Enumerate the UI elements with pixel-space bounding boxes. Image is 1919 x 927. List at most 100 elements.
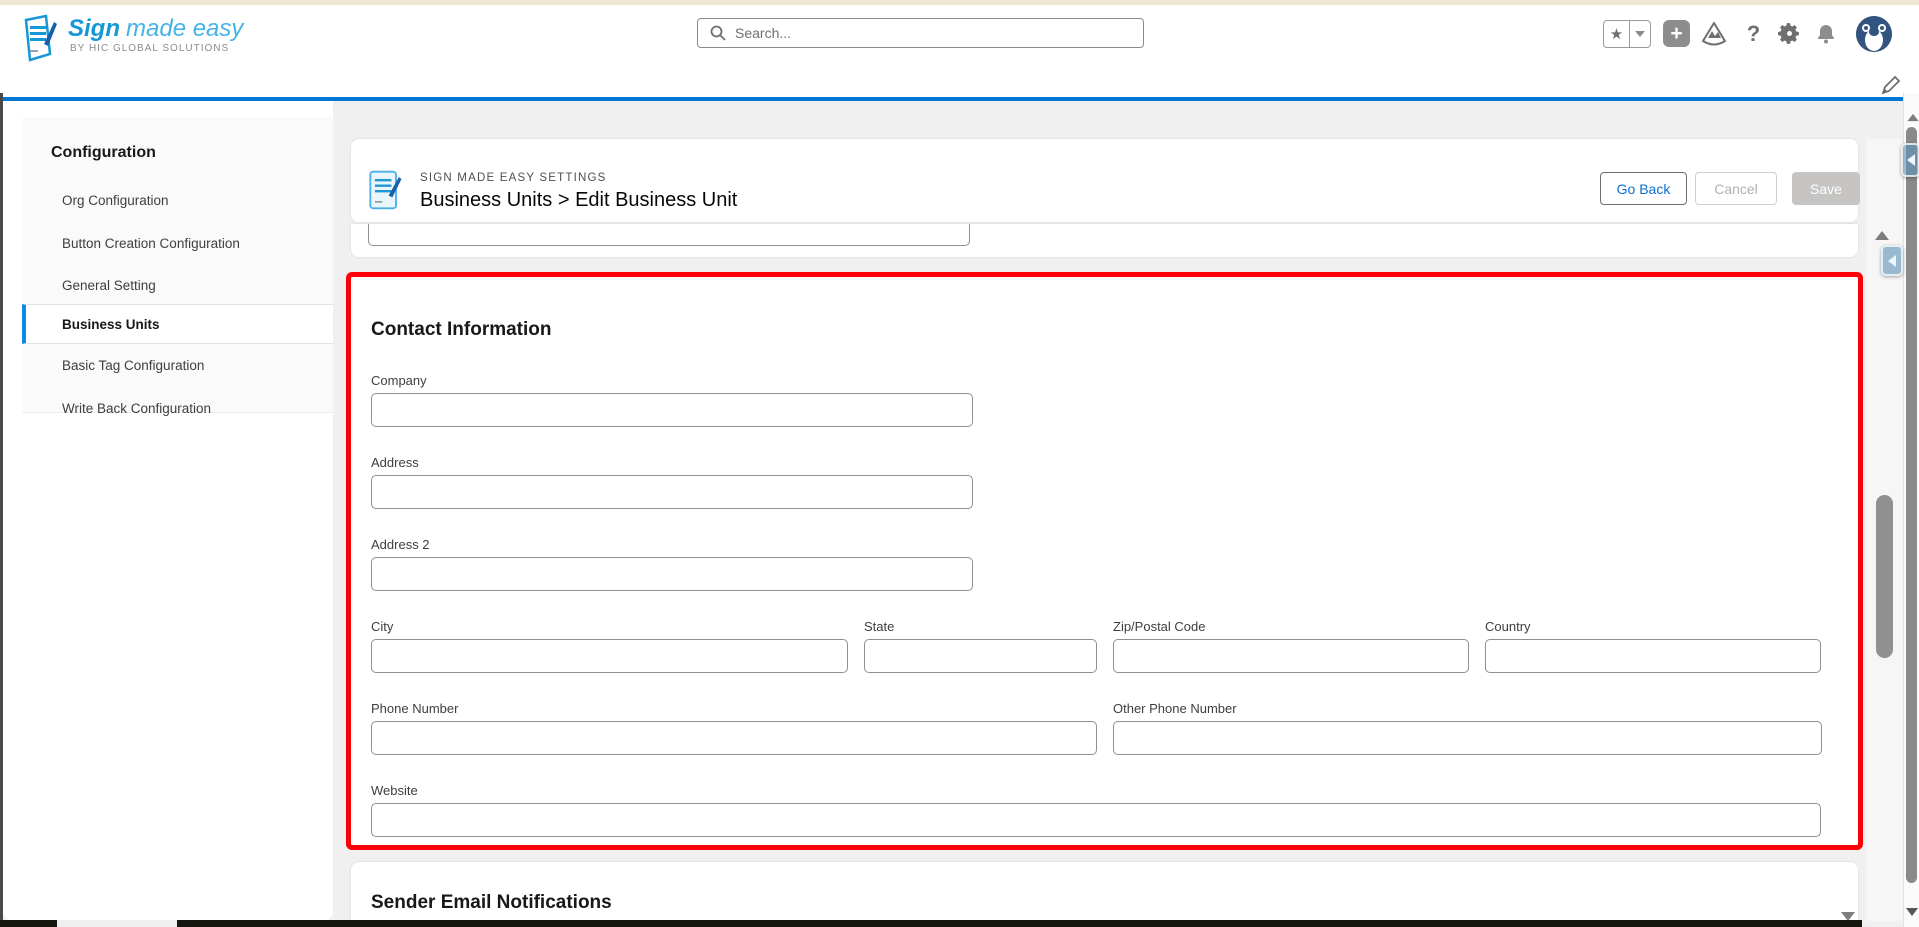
company-label: Company xyxy=(371,373,973,388)
notifications-bell-button[interactable] xyxy=(1812,20,1839,47)
global-header: Signmade easy BY HIC GLOBAL SOLUTIONS ★ … xyxy=(0,5,1919,66)
contact-information-section: Contact Information Company Address Addr… xyxy=(346,272,1863,850)
sidebar-menu-block: Configuration Org Configuration Button C… xyxy=(22,117,333,413)
arrow-left-icon xyxy=(1888,255,1896,267)
other-phone-input[interactable] xyxy=(1113,721,1822,755)
settings-document-icon xyxy=(366,168,404,212)
field-row: Address 2 xyxy=(371,537,1822,591)
other-phone-field: Other Phone Number xyxy=(1113,701,1822,755)
user-avatar[interactable] xyxy=(1856,16,1892,52)
brand-tagline: BY HIC GLOBAL SOLUTIONS xyxy=(70,43,229,54)
address-label: Address xyxy=(371,455,973,470)
sidebar-item-label: Button Creation Configuration xyxy=(62,236,240,251)
phone-input[interactable] xyxy=(371,721,1097,755)
page-scroll-down-arrow[interactable] xyxy=(1906,908,1918,916)
state-label: State xyxy=(864,619,1097,634)
page-title: Business Units > Edit Business Unit xyxy=(420,189,737,212)
sidebar-item-general-setting[interactable]: General Setting xyxy=(22,268,333,302)
arrow-left-icon xyxy=(1907,154,1915,166)
sidebar-item-org-configuration[interactable]: Org Configuration xyxy=(22,183,333,217)
side-panel-toggle-top[interactable] xyxy=(1901,143,1919,177)
setup-gear-button[interactable] xyxy=(1776,20,1803,47)
go-back-button[interactable]: Go Back xyxy=(1600,172,1687,205)
favorites-caret-button[interactable] xyxy=(1630,21,1650,47)
page-eyebrow: SIGN MADE EASY SETTINGS xyxy=(420,172,607,184)
sidebar-item-write-back-configuration[interactable]: Write Back Configuration xyxy=(22,391,333,425)
sidebar-item-business-units[interactable]: Business Units xyxy=(22,304,333,344)
country-field: Country xyxy=(1485,619,1821,673)
state-input[interactable] xyxy=(864,639,1097,673)
sidebar-item-basic-tag-configuration[interactable]: Basic Tag Configuration xyxy=(22,348,333,382)
logo-document-icon xyxy=(20,14,60,62)
cancel-button[interactable]: Cancel xyxy=(1695,172,1777,205)
company-field: Company xyxy=(371,373,973,427)
website-field: Website xyxy=(371,783,1821,837)
question-mark-icon: ? xyxy=(1747,21,1760,47)
company-input[interactable] xyxy=(371,393,973,427)
phone-field: Phone Number xyxy=(371,701,1097,755)
page-scroll-thumb[interactable] xyxy=(1906,127,1917,883)
address-field: Address xyxy=(371,455,973,509)
field-row: Phone Number Other Phone Number xyxy=(371,701,1822,755)
side-panel-toggle-bottom[interactable] xyxy=(1881,245,1903,276)
section-title: Sender Email Notifications xyxy=(371,892,612,914)
field-row: Address xyxy=(371,455,1822,509)
gear-icon xyxy=(1777,21,1802,46)
sender-email-notifications-section: Sender Email Notifications xyxy=(351,862,1858,921)
avatar-bear-icon xyxy=(1856,16,1892,52)
sidebar-item-label: Write Back Configuration xyxy=(62,401,211,416)
brand-name: Signmade easy xyxy=(68,15,243,43)
sidebar-item-button-creation-configuration[interactable]: Button Creation Configuration xyxy=(22,226,333,260)
settings-sidebar: Configuration Org Configuration Button C… xyxy=(3,101,333,921)
country-input[interactable] xyxy=(1485,639,1821,673)
website-label: Website xyxy=(371,783,1821,798)
partial-input-field[interactable] xyxy=(368,224,970,246)
window-bottom-edge xyxy=(0,920,1862,927)
brand-logo: Signmade easy BY HIC GLOBAL SOLUTIONS xyxy=(20,12,320,64)
zip-field: Zip/Postal Code xyxy=(1113,619,1469,673)
inner-scroll-up-arrow[interactable] xyxy=(1875,231,1889,240)
page-header-card: SIGN MADE EASY SETTINGS Business Units >… xyxy=(351,139,1858,222)
country-label: Country xyxy=(1485,619,1821,634)
app-nav-bar: Sign Made Easy Sign Setup Sign Transacti… xyxy=(0,66,1919,97)
window-bottom-notch xyxy=(57,920,177,927)
guidance-mountain-icon xyxy=(1701,21,1727,47)
address2-label: Address 2 xyxy=(371,537,973,552)
guidance-center-button[interactable] xyxy=(1700,20,1727,47)
zip-label: Zip/Postal Code xyxy=(1113,619,1469,634)
sidebar-item-label: Org Configuration xyxy=(62,193,169,208)
save-button[interactable]: Save xyxy=(1792,172,1860,205)
city-input[interactable] xyxy=(371,639,848,673)
sidebar-title: Configuration xyxy=(51,144,156,162)
address-input[interactable] xyxy=(371,475,973,509)
sidebar-item-label: Business Units xyxy=(62,317,160,332)
bell-icon xyxy=(1814,22,1838,46)
section-title: Contact Information xyxy=(371,319,1822,341)
phone-label: Phone Number xyxy=(371,701,1097,716)
brand-name-rest: made easy xyxy=(126,15,243,42)
city-label: City xyxy=(371,619,848,634)
address2-input[interactable] xyxy=(371,557,973,591)
global-actions-plus-button[interactable]: + xyxy=(1663,20,1690,47)
sidebar-item-label: General Setting xyxy=(62,278,156,293)
favorite-star-button[interactable]: ★ xyxy=(1604,21,1630,47)
inner-scroll-thumb[interactable] xyxy=(1876,495,1893,658)
app-screen: Signmade easy BY HIC GLOBAL SOLUTIONS ★ … xyxy=(0,0,1919,927)
sidebar-item-label: Basic Tag Configuration xyxy=(62,358,204,373)
search-input[interactable] xyxy=(735,25,1115,41)
website-input[interactable] xyxy=(371,803,1821,837)
favorites-control: ★ xyxy=(1603,20,1651,48)
other-phone-label: Other Phone Number xyxy=(1113,701,1822,716)
global-search[interactable] xyxy=(697,18,1144,48)
field-row: City State Zip/Postal Code Country xyxy=(371,619,1822,673)
scrolled-section-remnant xyxy=(351,224,1858,257)
search-icon xyxy=(710,25,726,41)
state-field: State xyxy=(864,619,1097,673)
zip-input[interactable] xyxy=(1113,639,1469,673)
field-row: Website xyxy=(371,783,1822,837)
page-scroll-up-arrow[interactable] xyxy=(1907,114,1918,121)
chevron-down-icon xyxy=(1635,31,1645,37)
edit-page-pencil-icon[interactable] xyxy=(1880,74,1902,96)
help-button[interactable]: ? xyxy=(1740,20,1767,47)
field-row: Company xyxy=(371,373,1822,427)
